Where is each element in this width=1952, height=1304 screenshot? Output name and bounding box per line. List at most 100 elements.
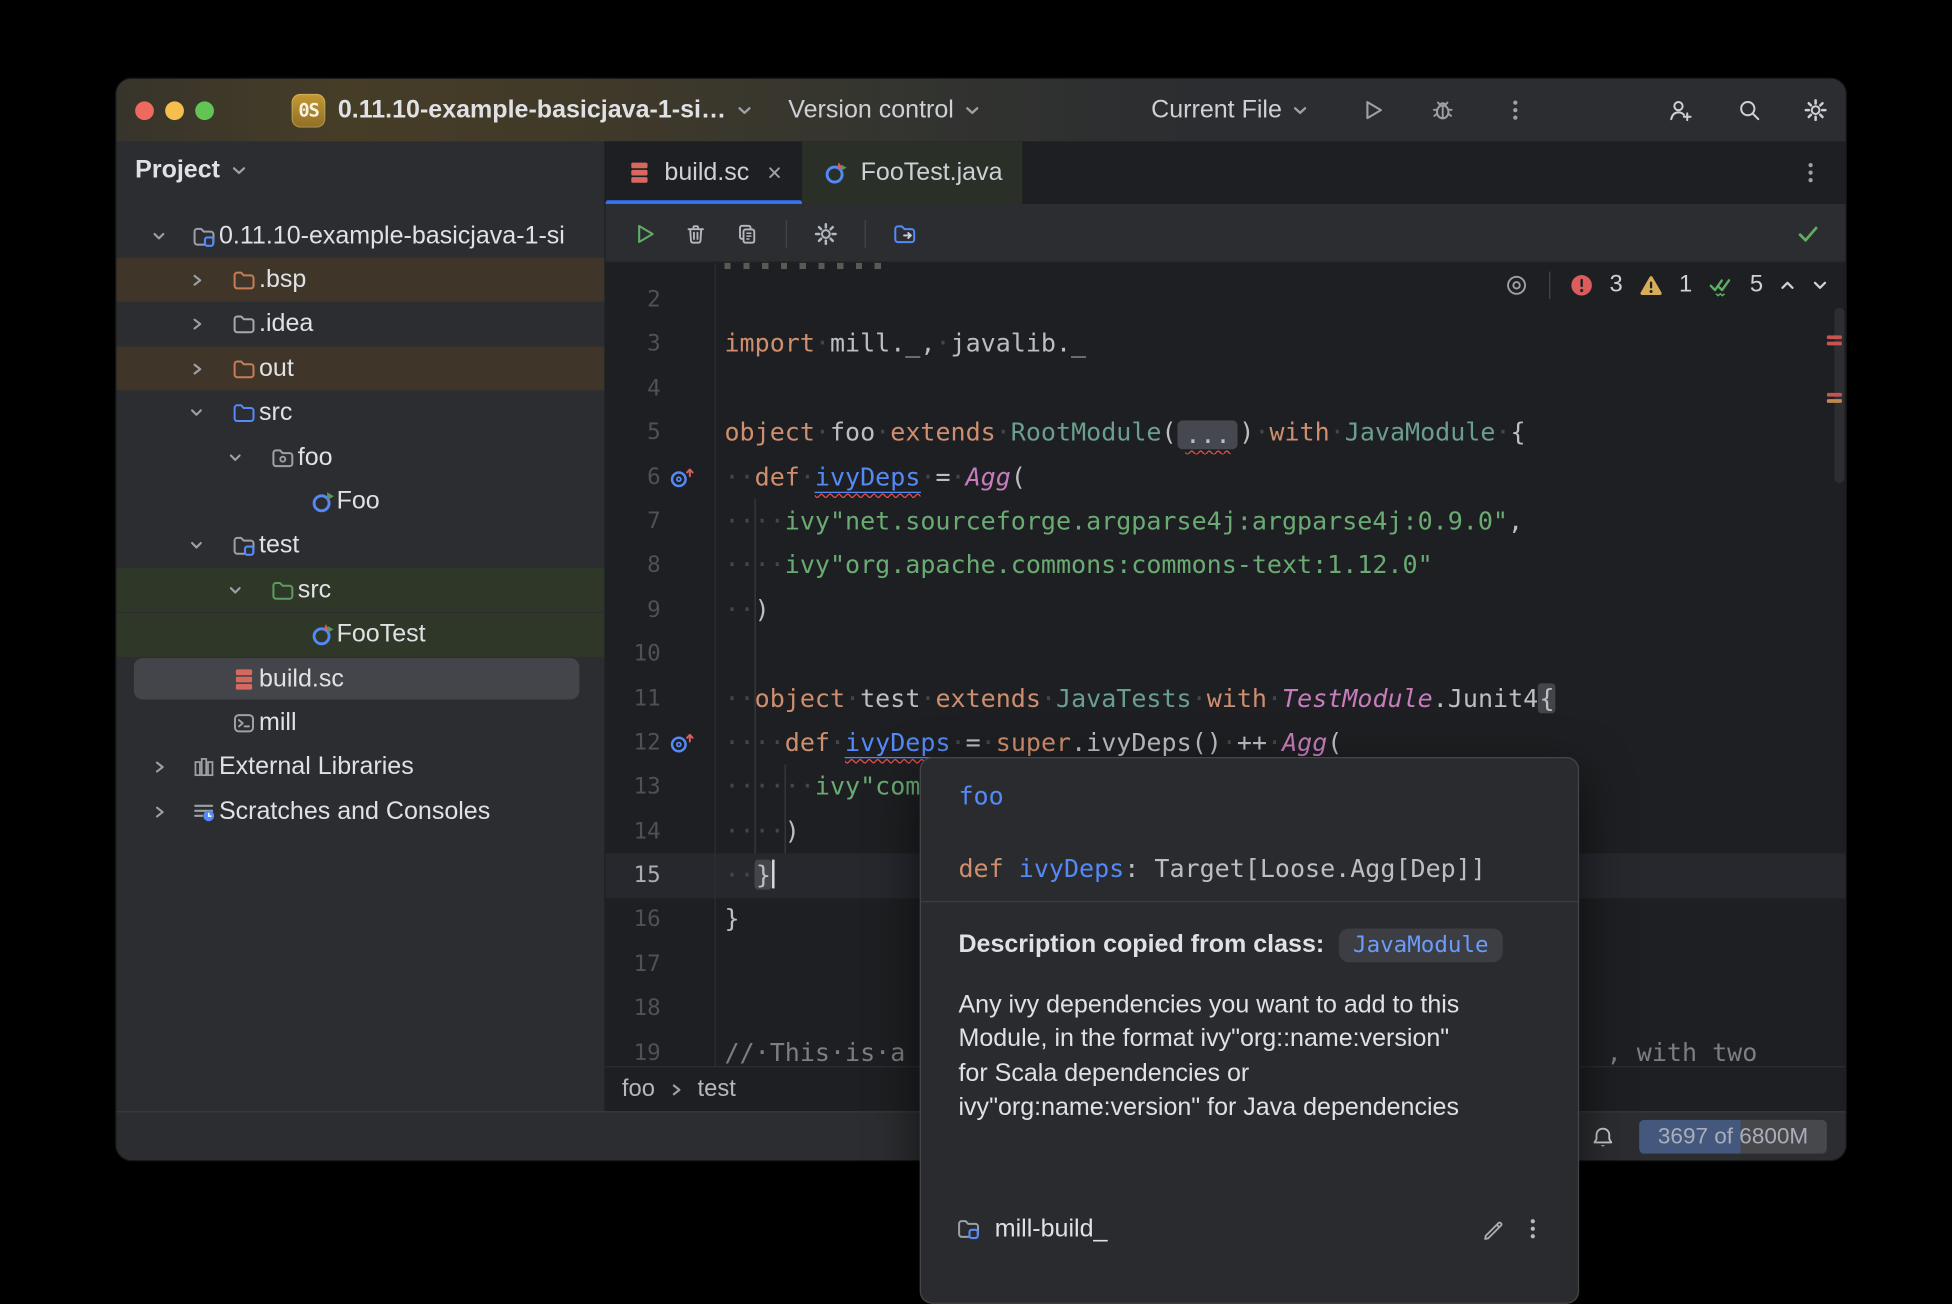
tab-options-button[interactable] (1798, 141, 1823, 204)
code-line-10[interactable]: 10 (606, 632, 1846, 676)
code-line-11[interactable]: 11··object·test·extends·JavaTests·with·T… (606, 676, 1846, 720)
breadcrumb-item-foo[interactable]: foo (622, 1075, 655, 1103)
tree-item-label: Scratches and Consoles (219, 797, 490, 826)
tree-item-label: test (259, 532, 299, 561)
tree-item--bsp[interactable]: .bsp (116, 258, 604, 302)
override-gutter-icon[interactable] (668, 731, 694, 755)
toolbar-divider (786, 220, 787, 248)
line-number: 4 (606, 366, 661, 410)
chevron-right-icon[interactable] (189, 361, 204, 376)
close-icon[interactable] (767, 165, 782, 180)
chevron-down-icon[interactable] (228, 450, 243, 465)
line-number: 12 (606, 721, 661, 765)
run-button[interactable] (632, 221, 657, 246)
chevron-down-icon[interactable] (189, 406, 204, 421)
popup-divider (921, 901, 1578, 902)
module-folder-icon (191, 223, 216, 248)
code-line-3[interactable]: 3import·mill._,·javalib._ (606, 322, 1846, 366)
settings-button[interactable] (813, 221, 838, 246)
more-options-button[interactable] (1503, 79, 1528, 142)
tree-item-scratches-and-consoles[interactable]: Scratches and Consoles (116, 790, 604, 834)
documentation-popup: foo def ivyDeps: Target[Loose.Agg[Dep]] … (920, 757, 1579, 1304)
tab-build-sc[interactable]: build.sc (606, 141, 802, 204)
tree-item-label: mill (259, 709, 297, 738)
tree-item-external-libraries[interactable]: External Libraries (116, 746, 604, 790)
tree-item-src[interactable]: src (116, 391, 604, 435)
run-configuration-selector[interactable]: Current File (1151, 79, 1308, 142)
tree-item-0-11-10-example-basicjava-1-si[interactable]: 0.11.10-example-basicjava-1-si (116, 214, 604, 258)
folder-test-icon (270, 578, 295, 603)
project-selector[interactable]: 0.11.10-example-basicjava-1-si… (338, 79, 752, 142)
notifications-bell-icon[interactable] (1590, 1124, 1615, 1149)
text-caret (772, 860, 775, 889)
memory-indicator[interactable]: 3697 of 6800M (1639, 1120, 1827, 1154)
chevron-down-icon (1293, 104, 1308, 115)
toolbar-divider (865, 220, 866, 248)
tree-item-label: out (259, 354, 294, 383)
next-problem-button[interactable] (1812, 278, 1828, 293)
line-number: 7 (606, 499, 661, 543)
tab-footest-java[interactable]: FooTest.java (802, 141, 1023, 204)
code-line-4[interactable]: 4 (606, 366, 1846, 410)
run-button[interactable] (1360, 79, 1385, 142)
delete-button[interactable] (683, 221, 708, 246)
tree-item-label: 0.11.10-example-basicjava-1-si (219, 221, 565, 250)
run-toolbar (606, 204, 1846, 263)
reader-mode-eye-icon[interactable] (1504, 273, 1529, 298)
chevron-down-icon[interactable] (189, 538, 204, 553)
folded-code-badge[interactable]: ... (1178, 421, 1238, 450)
tree-item-foo[interactable]: Foo (116, 480, 604, 524)
previous-problem-button[interactable] (1779, 278, 1795, 293)
tree-item-src[interactable]: src (116, 568, 604, 612)
tree-item-mill[interactable]: mill (116, 701, 604, 745)
tree-item-foo[interactable]: foo (116, 435, 604, 479)
tree-item-build-sc[interactable]: build.sc (116, 657, 604, 701)
close-button[interactable] (135, 101, 154, 120)
code-line-7[interactable]: 7····ivy"net.sourceforge.argparse4j:argp… (606, 499, 1846, 543)
breadcrumb-item-test[interactable]: test (697, 1075, 735, 1103)
popup-module-label: mill-build_ (995, 1214, 1108, 1243)
tab-label: build.sc (664, 158, 749, 187)
warning-count: 1 (1679, 272, 1692, 300)
code-line-9[interactable]: 9··) (606, 588, 1846, 632)
tree-item-label: External Libraries (219, 753, 414, 782)
scala-file-icon (231, 666, 256, 691)
scratches-icon (191, 799, 216, 824)
open-artifact-button[interactable] (892, 221, 917, 246)
line-number: 6 (606, 455, 661, 499)
clipped-line-remnant (724, 263, 887, 269)
chevron-down-icon[interactable] (228, 583, 243, 598)
popup-module-link[interactable]: foo (958, 781, 1003, 811)
version-control-menu[interactable]: Version control (788, 79, 980, 142)
code-line-6[interactable]: 6··def·ivyDeps·=·Agg( (606, 455, 1846, 499)
build-status-check-icon[interactable] (1796, 221, 1821, 246)
minimize-button[interactable] (165, 101, 184, 120)
passed-check-icon (1709, 273, 1734, 298)
search-button[interactable] (1737, 79, 1762, 142)
tree-item-test[interactable]: test (116, 524, 604, 568)
tree-item-footest[interactable]: FooTest (116, 613, 604, 657)
chevron-down-icon[interactable] (151, 228, 166, 243)
tree-item-out[interactable]: out (116, 347, 604, 391)
edit-pencil-icon[interactable] (1480, 1216, 1506, 1242)
code-line-8[interactable]: 8····ivy"org.apache.commons:commons-text… (606, 543, 1846, 587)
error-stripe-mark[interactable] (1827, 393, 1842, 406)
popup-signature: def ivyDeps: Target[Loose.Agg[Dep]] (958, 851, 1485, 886)
chevron-right-icon[interactable] (151, 760, 166, 775)
copy-button[interactable] (735, 221, 760, 246)
tree-item--idea[interactable]: .idea (116, 303, 604, 347)
code-line-5[interactable]: 5object·foo·extends·RootModule(...)·with… (606, 411, 1846, 455)
line-number: 18 (606, 986, 661, 1030)
debug-button[interactable] (1430, 79, 1455, 142)
chevron-right-icon[interactable] (189, 317, 204, 332)
settings-button[interactable] (1803, 79, 1828, 142)
zoom-button[interactable] (195, 101, 214, 120)
chevron-right-icon[interactable] (151, 804, 166, 819)
add-user-button[interactable] (1668, 79, 1693, 142)
more-options-icon[interactable] (1520, 1216, 1545, 1241)
inspections-widget[interactable]: 315 (1504, 272, 1828, 300)
javamodule-class-chip[interactable]: JavaModule (1339, 928, 1502, 962)
override-gutter-icon[interactable] (668, 465, 694, 489)
chevron-right-icon[interactable] (189, 273, 204, 288)
error-stripe-mark[interactable] (1827, 335, 1842, 348)
